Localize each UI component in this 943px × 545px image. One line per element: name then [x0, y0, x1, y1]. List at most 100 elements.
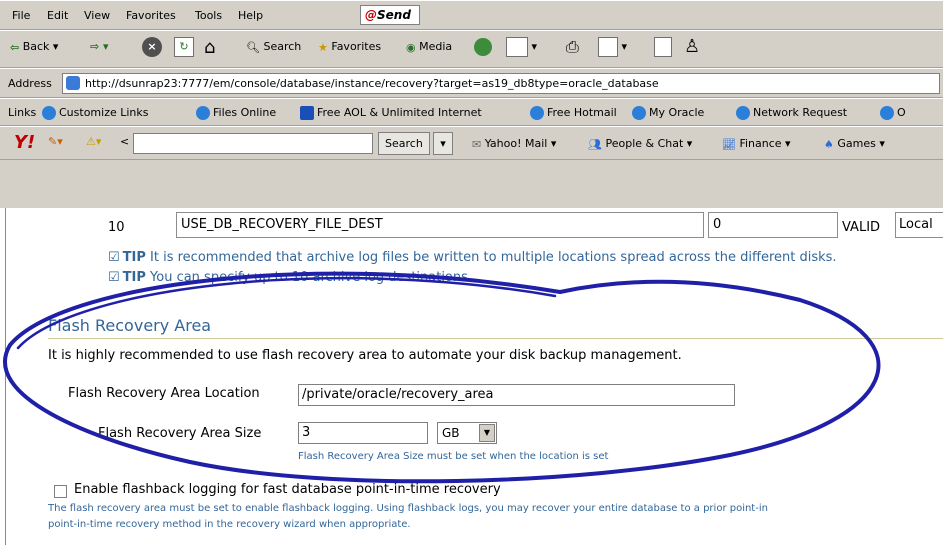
favorites-button[interactable]: ★ Favorites [318, 40, 381, 54]
search-button[interactable]: 🔍︎ Search [246, 40, 301, 54]
size-unit-select[interactable]: GB ▼ [437, 422, 497, 444]
yahoo-search-dropdown[interactable]: ▾ [433, 132, 453, 155]
envelope-icon: ✉ [472, 137, 482, 151]
people-chat-link[interactable]: 👥︎ People & Chat ▾ [588, 137, 692, 151]
yahoo-search-input[interactable] [133, 133, 373, 154]
send-button[interactable]: @Send [360, 5, 420, 25]
size-label: Flash Recovery Area Size [98, 426, 262, 441]
page-content: 10 USE_DB_RECOVERY_FILE_DEST 0 VALID Loc… [0, 208, 943, 545]
yahoo-toolbar: Y! ✎▾ ⚠▾ < Search ▾ ✉ Yahoo! Mail ▾ 👥︎ P… [0, 126, 943, 160]
edit-icon [598, 37, 618, 57]
back-button[interactable]: ⇦ Back ▾ [10, 40, 58, 54]
arrow-icon[interactable]: < [120, 135, 129, 148]
links-bar: Links Customize Links Files Online Free … [0, 98, 943, 126]
chart-icon: 📈︎ [722, 137, 736, 151]
section-divider [48, 338, 943, 339]
print-button[interactable]: ⎙ [566, 36, 579, 57]
finance-link[interactable]: 📈︎ Finance ▾ [722, 137, 791, 151]
media-button[interactable]: ◉ Media [406, 40, 452, 54]
send-label: Send [377, 8, 411, 22]
pencil-icon[interactable]: ✎▾ [48, 135, 63, 148]
location-input[interactable]: /private/oracle/recovery_area [298, 384, 735, 406]
people-icon: 👥︎ [588, 137, 602, 151]
back-arrow-icon: ⇦ [10, 40, 20, 54]
menu-help[interactable]: Help [238, 9, 263, 22]
messenger-button[interactable]: ♙ [684, 35, 700, 57]
menu-edit[interactable]: Edit [47, 9, 68, 22]
history-icon [474, 38, 492, 56]
flashback-label: Enable flashback logging for fast databa… [74, 482, 501, 497]
ie-icon [42, 106, 56, 120]
refresh-button[interactable]: ↻ [174, 37, 194, 57]
send-icon: @ [365, 8, 377, 22]
discuss-button[interactable] [654, 37, 672, 57]
page-icon [66, 76, 80, 90]
links-label: Links [8, 106, 37, 119]
stop-icon: × [142, 37, 162, 57]
mail-button[interactable]: ▾ [506, 37, 537, 57]
media-icon: ◉ [406, 40, 416, 54]
print-icon: ⎙ [566, 36, 579, 56]
destination-status: VALID [842, 220, 881, 235]
link-customize-links[interactable]: Customize Links [42, 106, 149, 120]
tip-icon: ☑ [108, 270, 120, 285]
refresh-icon: ↻ [174, 37, 194, 57]
forward-button[interactable]: ⇨ ▾ [90, 40, 109, 53]
chevron-down-icon: ▼ [479, 424, 495, 442]
menu-tools[interactable]: Tools [195, 9, 222, 22]
link-free-aol[interactable]: Free AOL & Unlimited Internet [300, 106, 482, 120]
games-icon: ♠ [824, 137, 834, 151]
archive-destination-row: 10 USE_DB_RECOVERY_FILE_DEST 0 VALID Loc… [0, 210, 943, 240]
ie-icon [880, 106, 894, 120]
alert-icon[interactable]: ⚠▾ [86, 135, 101, 148]
destination-input[interactable]: USE_DB_RECOVERY_FILE_DEST [176, 212, 704, 238]
address-input[interactable]: http://dsunrap23:7777/em/console/databas… [62, 73, 940, 94]
aol-icon [300, 106, 314, 120]
ie-icon [196, 106, 210, 120]
quota-input[interactable]: 0 [708, 212, 838, 238]
stop-button[interactable]: × [142, 37, 162, 57]
ie-icon [632, 106, 646, 120]
menu-file[interactable]: File [12, 9, 30, 22]
address-bar: Address http://dsunrap23:7777/em/console… [0, 68, 943, 98]
yahoo-logo-icon[interactable]: Y! [14, 132, 35, 153]
tip-icon: ☑ [108, 250, 120, 265]
history-button[interactable] [474, 38, 492, 56]
games-link[interactable]: ♠ Games ▾ [824, 137, 885, 151]
menu-bar: File Edit View Favorites Tools Help @Sen… [0, 0, 943, 30]
yahoo-search-button[interactable]: Search [378, 132, 430, 155]
section-title: Flash Recovery Area [48, 316, 212, 335]
media-label: Media [419, 40, 453, 53]
yahoo-mail-link[interactable]: ✉ Yahoo! Mail ▾ [472, 137, 556, 151]
mail-icon [506, 37, 528, 57]
destination-type: Local [895, 212, 943, 238]
link-overflow[interactable]: O [880, 106, 906, 120]
link-files-online[interactable]: Files Online [196, 106, 276, 120]
address-url: http://dsunrap23:7777/em/console/databas… [85, 77, 659, 90]
address-label: Address [8, 77, 52, 90]
home-icon: ⌂ [204, 36, 216, 58]
menu-view[interactable]: View [84, 9, 110, 22]
size-input[interactable]: 3 [298, 422, 428, 444]
messenger-icon: ♙ [684, 35, 701, 57]
flashback-note-line1: The flash recovery area must be set to e… [48, 503, 768, 514]
location-label: Flash Recovery Area Location [68, 386, 260, 401]
back-label: Back [22, 40, 50, 53]
menu-favorites[interactable]: Favorites [126, 9, 176, 22]
browser-chrome: File Edit View Favorites Tools Help @Sen… [0, 0, 943, 208]
link-network-request[interactable]: Network Request [736, 106, 847, 120]
home-button[interactable]: ⌂ [204, 36, 215, 58]
ie-icon [736, 106, 750, 120]
size-hint: Flash Recovery Area Size must be set whe… [298, 451, 609, 462]
favorites-label: Favorites [331, 40, 382, 53]
discuss-icon [654, 37, 672, 57]
edit-button[interactable]: ▾ [598, 37, 627, 57]
flashback-note-line2: point-in-time recovery method in the rec… [48, 519, 411, 530]
destination-number: 10 [108, 220, 125, 235]
tip-destination-limit: ☑ TIP You can specify up to 10 archive lo… [108, 270, 473, 285]
flashback-checkbox[interactable] [54, 485, 67, 498]
link-free-hotmail[interactable]: Free Hotmail [530, 106, 617, 120]
section-intro: It is highly recommended to use flash re… [48, 348, 682, 363]
frame-edge [5, 208, 6, 545]
link-my-oracle[interactable]: My Oracle [632, 106, 704, 120]
